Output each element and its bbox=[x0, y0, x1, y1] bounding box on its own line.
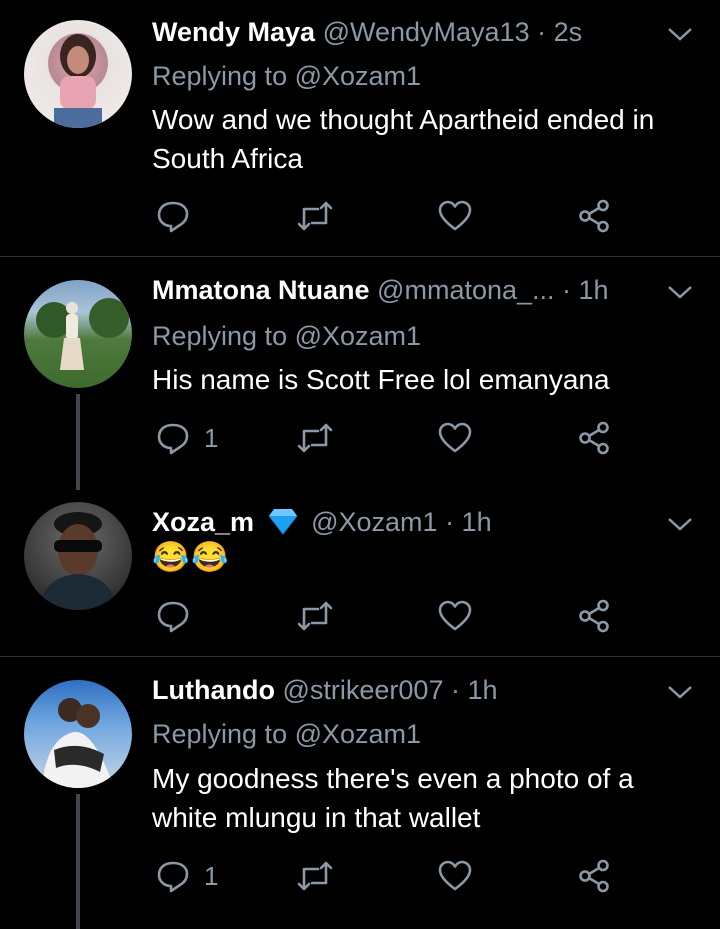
reply-button[interactable]: 1 bbox=[156, 856, 218, 896]
reply-icon bbox=[157, 601, 189, 633]
tweet-text: His name is Scott Free lol emanyana bbox=[152, 364, 610, 395]
share-button[interactable] bbox=[578, 418, 610, 458]
reply-icon bbox=[157, 201, 189, 233]
share-icon bbox=[579, 859, 609, 893]
avatar[interactable] bbox=[24, 280, 132, 388]
user-handle[interactable]: @mmatona_... bbox=[377, 275, 554, 305]
divider bbox=[0, 256, 720, 257]
replying-to: Replying to @Xozam1 bbox=[152, 318, 421, 354]
retweet-icon bbox=[297, 861, 333, 891]
tweet-text: 😂😂 bbox=[152, 541, 231, 574]
chevron-down-icon[interactable] bbox=[666, 514, 694, 534]
heart-icon bbox=[438, 200, 472, 231]
thread-line bbox=[76, 394, 80, 490]
like-button[interactable] bbox=[438, 856, 472, 896]
timestamp[interactable]: · 1h bbox=[451, 675, 498, 705]
display-name[interactable]: Wendy Maya bbox=[152, 17, 315, 47]
divider bbox=[0, 656, 720, 657]
share-icon bbox=[579, 421, 609, 455]
replying-label: Replying to bbox=[152, 321, 288, 351]
tweet-text: My goodness there's even a photo of a wh… bbox=[152, 763, 634, 833]
tweet[interactable]: Mmatona Ntuane @mmatona_... · 1h Replyin… bbox=[0, 258, 720, 490]
action-bar bbox=[152, 596, 632, 636]
user-handle[interactable]: @strikeer007 bbox=[282, 675, 443, 705]
retweet-icon bbox=[297, 423, 333, 453]
retweet-icon bbox=[297, 601, 333, 631]
reply-button[interactable]: 1 bbox=[156, 418, 218, 458]
replying-label: Replying to bbox=[152, 61, 288, 91]
tweet-text: Wow and we thought Apartheid ended in So… bbox=[152, 104, 655, 174]
chevron-down-icon[interactable] bbox=[666, 24, 694, 44]
reply-button[interactable] bbox=[156, 596, 204, 636]
display-name[interactable]: Xoza_m bbox=[152, 507, 254, 537]
heart-icon bbox=[438, 600, 472, 631]
share-button[interactable] bbox=[578, 856, 610, 896]
avatar[interactable] bbox=[24, 502, 132, 610]
retweet-button[interactable] bbox=[296, 418, 334, 458]
heart-icon bbox=[438, 860, 472, 891]
heart-icon bbox=[438, 422, 472, 453]
retweet-button[interactable] bbox=[296, 596, 334, 636]
thread-line bbox=[76, 794, 80, 929]
reply-icon bbox=[157, 423, 189, 455]
tweet[interactable]: Xoza_m @Xozam1 · 1h 😂😂 bbox=[0, 490, 720, 656]
tweet-header: Mmatona Ntuane @mmatona_... · 1h bbox=[152, 272, 640, 308]
reply-button[interactable] bbox=[156, 196, 204, 236]
retweet-button[interactable] bbox=[296, 856, 334, 896]
action-bar bbox=[152, 196, 632, 236]
display-name[interactable]: Mmatona Ntuane bbox=[152, 275, 370, 305]
replying-to: Replying to @Xozam1 bbox=[152, 716, 421, 752]
chevron-down-icon[interactable] bbox=[666, 282, 694, 302]
share-button[interactable] bbox=[578, 596, 610, 636]
timestamp[interactable]: · 1h bbox=[562, 275, 609, 305]
chevron-down-icon[interactable] bbox=[666, 682, 694, 702]
action-bar: 1 bbox=[152, 856, 632, 896]
reply-count: 1 bbox=[204, 860, 219, 891]
replying-label: Replying to bbox=[152, 719, 288, 749]
tweet-header: Xoza_m @Xozam1 · 1h bbox=[152, 504, 640, 540]
tweet[interactable]: Wendy Maya @WendyMaya13 · 2s Replying to… bbox=[0, 0, 720, 256]
like-button[interactable] bbox=[438, 596, 472, 636]
timestamp[interactable]: · 1h bbox=[445, 507, 492, 537]
blue-diamond-icon bbox=[268, 509, 297, 535]
timestamp[interactable]: · 2s bbox=[537, 17, 582, 47]
reply-icon bbox=[157, 861, 189, 893]
mention-link[interactable]: @Xozam1 bbox=[295, 719, 421, 749]
reply-count: 1 bbox=[204, 422, 219, 453]
mention-link[interactable]: @Xozam1 bbox=[295, 61, 421, 91]
tweet[interactable]: Luthando @strikeer007 · 1h Replying to @… bbox=[0, 658, 720, 929]
avatar[interactable] bbox=[24, 20, 132, 128]
tweet-header: Wendy Maya @WendyMaya13 · 2s bbox=[152, 14, 640, 50]
avatar[interactable] bbox=[24, 680, 132, 788]
like-button[interactable] bbox=[438, 196, 472, 236]
replying-to: Replying to @Xozam1 bbox=[152, 58, 421, 94]
like-button[interactable] bbox=[438, 418, 472, 458]
user-handle[interactable]: @Xozam1 bbox=[311, 507, 437, 537]
display-name[interactable]: Luthando bbox=[152, 675, 275, 705]
user-handle[interactable]: @WendyMaya13 bbox=[323, 17, 530, 47]
share-button[interactable] bbox=[578, 196, 610, 236]
share-icon bbox=[579, 599, 609, 633]
retweet-button[interactable] bbox=[296, 196, 334, 236]
tweet-header: Luthando @strikeer007 · 1h bbox=[152, 672, 640, 708]
mention-link[interactable]: @Xozam1 bbox=[295, 321, 421, 351]
share-icon bbox=[579, 199, 609, 233]
action-bar: 1 bbox=[152, 418, 632, 458]
retweet-icon bbox=[297, 201, 333, 231]
